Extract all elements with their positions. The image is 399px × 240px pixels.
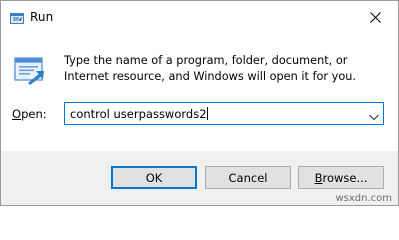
ok-button[interactable]: OK (111, 166, 197, 189)
title-bar[interactable]: Run (1, 1, 398, 33)
button-bar: OK Cancel Browse... wsxdn.com (1, 151, 398, 205)
browse-label: rowse... (322, 170, 368, 185)
close-button[interactable] (352, 1, 398, 33)
open-input-value[interactable]: control userpasswords2 (70, 107, 208, 121)
description-text: Type the name of a program, folder, docu… (64, 54, 357, 83)
window-title: Run (30, 10, 54, 24)
run-dialog: Run Type the name of a program, folder, … (0, 0, 399, 206)
watermark: wsxdn.com (335, 193, 392, 204)
open-input[interactable]: control userpasswords2 (64, 102, 384, 125)
chevron-down-icon[interactable] (369, 110, 379, 121)
text-caret (206, 107, 208, 120)
open-label: Open: (12, 107, 47, 121)
run-dialog-icon (14, 56, 46, 86)
browse-accelerator: B (314, 170, 323, 185)
close-icon (369, 11, 381, 23)
browse-button[interactable]: Browse... (298, 166, 384, 189)
run-icon (10, 11, 25, 25)
open-label-text: pen: (21, 107, 47, 121)
open-label-accelerator: O (12, 107, 22, 121)
cancel-button[interactable]: Cancel (205, 166, 291, 189)
